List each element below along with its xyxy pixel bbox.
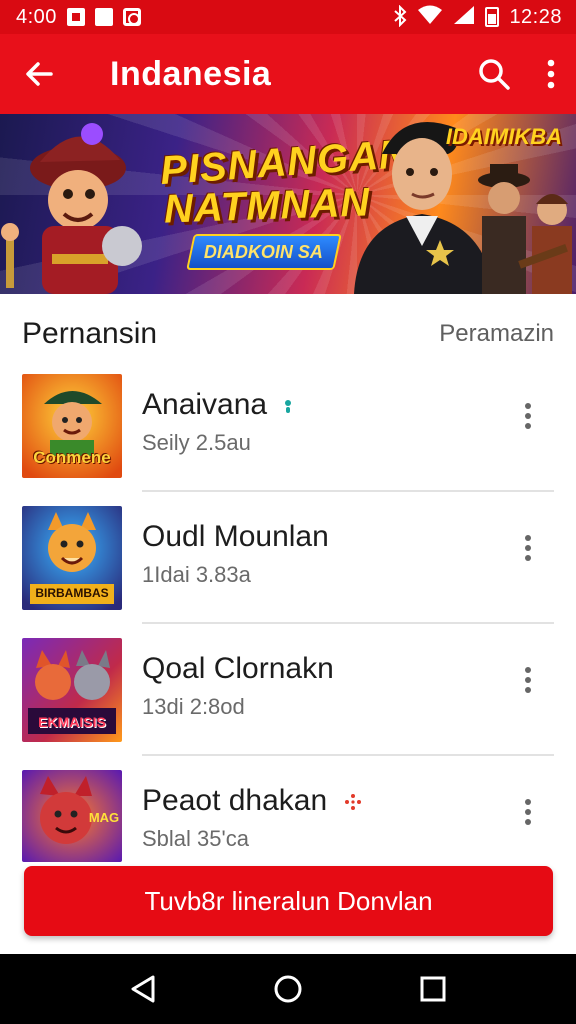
teal-dot-icon xyxy=(283,389,293,423)
item-subtitle: 1Idai 3.83a xyxy=(142,562,251,587)
more-vert-icon xyxy=(525,799,531,825)
list-item[interactable]: BIRBAMBAS Oudl Mounlan 1Idai 3.83a xyxy=(0,494,576,614)
banner-character-crew xyxy=(478,164,572,294)
signal-icon xyxy=(453,5,475,30)
banner-headline-2: NATMNAN xyxy=(163,180,371,232)
section-header: Pernansin Peramazin xyxy=(22,314,554,354)
notification-icon xyxy=(66,8,85,26)
search-button[interactable] xyxy=(462,34,526,114)
thumb-label: MAG xyxy=(88,810,120,825)
status-left: 4:00 xyxy=(16,6,141,29)
divider xyxy=(142,622,554,624)
screen: 4:00 12:28 Indanesia PISNANGAN! NATMNAN … xyxy=(0,0,576,1024)
divider xyxy=(142,490,554,492)
more-vert-icon xyxy=(547,59,555,89)
item-subtitle: 13di 2:8od xyxy=(142,694,245,719)
back-arrow-icon xyxy=(26,62,53,86)
list-item[interactable]: Conmene Anaivana Seily 2.5au xyxy=(0,362,576,482)
more-vert-icon xyxy=(525,535,531,561)
item-more-button[interactable] xyxy=(510,398,546,434)
list-item[interactable]: MAG Peaot dhakan Sblal 35'ca xyxy=(0,758,576,878)
home-circle-icon xyxy=(274,975,302,1003)
banner-corner-text: IDAIMIKBA xyxy=(445,124,562,149)
back-triangle-icon xyxy=(131,975,155,1003)
wifi-icon xyxy=(417,5,443,30)
app-thumbnail: MAG xyxy=(22,770,122,862)
app-thumbnail: BIRBAMBAS xyxy=(22,506,122,610)
nav-home-button[interactable] xyxy=(258,959,318,1019)
status-time: 4:00 xyxy=(16,5,57,28)
divider xyxy=(142,754,554,756)
status-clock: 12:28 xyxy=(509,5,562,28)
camera-icon xyxy=(122,8,141,26)
item-title-text: Peaot dhakan xyxy=(142,784,328,817)
item-more-button[interactable] xyxy=(510,662,546,698)
nav-back-button[interactable] xyxy=(113,959,173,1019)
item-title: Oudl Mounlan xyxy=(142,520,329,553)
status-right: 12:28 xyxy=(393,4,562,30)
back-button[interactable] xyxy=(0,34,78,114)
thumb-label: BIRBAMBAS xyxy=(35,586,109,600)
promo-banner[interactable]: PISNANGAN! NATMNAN DIADKOIN SA IDAIMIKBA xyxy=(0,114,576,294)
item-subtitle: Seily 2.5au xyxy=(142,430,251,455)
app-title: Indanesia xyxy=(110,54,272,93)
primary-cta-button[interactable]: Tuvb8r lineralun Donvlan xyxy=(24,866,553,936)
overflow-menu-button[interactable] xyxy=(526,34,576,114)
app-thumbnail: Conmene xyxy=(22,374,122,478)
section-title: Pernansin xyxy=(22,317,158,350)
list-item[interactable]: EKMAISIS Qoal Clornakn 13di 2:8od xyxy=(0,626,576,746)
battery-icon xyxy=(485,7,500,27)
item-title-text: Anaivana xyxy=(142,388,268,421)
item-title: Anaivana xyxy=(142,388,293,423)
photo-icon xyxy=(94,8,113,26)
thumb-label: EKMAISIS xyxy=(38,714,106,730)
item-title: Peaot dhakan xyxy=(142,784,362,819)
item-more-button[interactable] xyxy=(510,530,546,566)
app-thumbnail: EKMAISIS xyxy=(22,638,122,742)
app-bar: Indanesia xyxy=(0,34,576,114)
bluetooth-icon xyxy=(393,4,407,30)
item-title: Qoal Clornakn xyxy=(142,652,334,685)
more-vert-icon xyxy=(525,403,531,429)
recents-square-icon xyxy=(420,976,446,1002)
nav-recents-button[interactable] xyxy=(403,959,463,1019)
banner-pill-text: DIADKOIN SA xyxy=(204,241,324,262)
banner-pill: DIADKOIN SA xyxy=(186,234,342,270)
red-sparkle-icon xyxy=(344,785,362,819)
status-bar: 4:00 12:28 xyxy=(0,0,576,34)
system-nav-bar xyxy=(0,954,576,1024)
item-subtitle: Sblal 35'ca xyxy=(142,826,249,851)
thumb-label: Conmene xyxy=(33,448,111,467)
more-vert-icon xyxy=(525,667,531,693)
section-see-all-link[interactable]: Peramazin xyxy=(439,320,554,348)
item-more-button[interactable] xyxy=(510,794,546,830)
banner-character-left xyxy=(1,123,142,294)
search-icon xyxy=(479,59,510,90)
